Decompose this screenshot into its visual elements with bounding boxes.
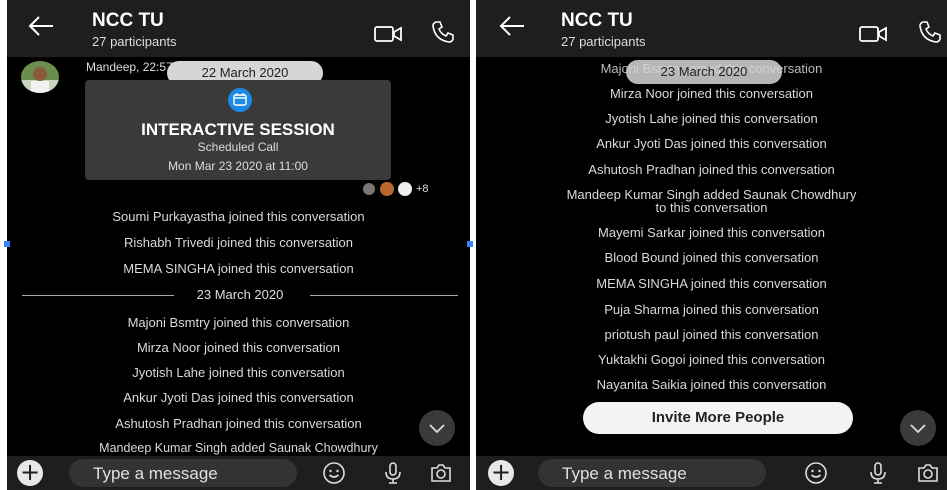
phone-icon[interactable] — [917, 19, 943, 45]
participant-count[interactable]: 27 participants — [92, 34, 177, 49]
video-call-icon[interactable] — [858, 24, 888, 44]
message-placeholder: Type a message — [93, 464, 218, 483]
message-input[interactable]: Type a message — [538, 459, 766, 487]
microphone-icon[interactable] — [866, 461, 890, 485]
system-message: Ankur Jyoti Das joined this conversation — [123, 390, 354, 405]
system-message: Nayanita Saikia joined this conversation — [596, 377, 827, 392]
call-card-datetime: Mon Mar 23 2020 at 11:00 — [168, 159, 308, 173]
date-pill: 23 March 2020 — [626, 60, 782, 84]
sender-avatar[interactable] — [20, 60, 60, 94]
system-message: Mirza Noor joined this conversation — [136, 340, 341, 355]
system-message: Yuktakhi Gogoi joined this conversation — [598, 352, 825, 367]
chat-header: NCC TU 27 participants — [7, 0, 470, 57]
message-composer: + Type a message — [476, 456, 947, 490]
read-receipts[interactable]: +8 — [363, 181, 463, 197]
calendar-call-icon — [228, 88, 252, 112]
system-message: Puja Sharma joined this conversation — [604, 302, 819, 317]
scroll-down-button[interactable] — [419, 410, 455, 446]
call-card-title: INTERACTIVE SESSION — [141, 120, 335, 139]
system-message: priotush paul joined this conversation — [604, 327, 819, 342]
resize-handle[interactable] — [467, 241, 473, 247]
date-divider: 23 March 2020 — [22, 287, 458, 303]
receipt-more-count: +8 — [416, 183, 429, 195]
system-message: to this conversation — [655, 200, 768, 215]
emoji-icon[interactable] — [322, 461, 346, 485]
call-card-subtitle: Scheduled Call — [197, 140, 279, 154]
system-message: Rishabh Trivedi joined this conversation — [123, 235, 354, 250]
microphone-icon[interactable] — [381, 461, 405, 485]
chat-title[interactable]: NCC TU — [561, 10, 633, 32]
add-attachment-button[interactable]: + — [17, 460, 43, 486]
system-message: Ashutosh Pradhan joined this conversatio… — [115, 416, 362, 431]
system-message: Jyotish Lahe joined this conversation — [605, 111, 818, 126]
scroll-down-button[interactable] — [900, 410, 936, 446]
message-input[interactable]: Type a message — [69, 459, 297, 487]
resize-handle[interactable] — [4, 241, 10, 247]
system-message: MEMA SINGHA joined this conversation — [123, 261, 354, 276]
system-message: Ashutosh Pradhan joined this conversatio… — [588, 162, 835, 177]
participant-count[interactable]: 27 participants — [561, 34, 646, 49]
system-message: Mandeep Kumar Singh added Saunak Chowdhu… — [99, 441, 378, 455]
system-message: Blood Bound joined this conversation — [604, 250, 819, 265]
invite-more-people-button[interactable]: Invite More People — [583, 402, 853, 434]
chat-title[interactable]: NCC TU — [92, 10, 164, 32]
emoji-icon[interactable] — [804, 461, 828, 485]
system-message: Soumi Purkayastha joined this conversati… — [112, 209, 365, 224]
scheduled-call-card[interactable]: INTERACTIVE SESSION Scheduled Call Mon M… — [85, 80, 391, 180]
video-call-icon[interactable] — [373, 24, 403, 44]
receipt-avatar — [398, 182, 412, 196]
system-message: Mayemi Sarkar joined this conversation — [598, 225, 825, 240]
system-message: Majoni Bsmtry joined this conversation — [127, 315, 350, 330]
sender-name-time: Mandeep, 22:57 — [86, 60, 173, 74]
phone-icon[interactable] — [430, 19, 456, 45]
receipt-avatar — [363, 183, 375, 195]
system-message: Mirza Noor joined this conversation — [609, 86, 814, 101]
back-arrow-icon[interactable] — [25, 12, 57, 40]
back-arrow-icon[interactable] — [496, 12, 528, 40]
date-divider-label: 23 March 2020 — [196, 287, 284, 302]
system-message: Jyotish Lahe joined this conversation — [132, 365, 345, 380]
add-attachment-button[interactable]: + — [488, 460, 514, 486]
chat-panel-left: NCC TU 27 participants Mandeep, 22:57 22… — [7, 0, 470, 490]
chevron-down-icon — [429, 424, 445, 434]
system-message: Ankur Jyoti Das joined this conversation — [596, 136, 827, 151]
camera-icon[interactable] — [916, 461, 940, 485]
chat-panel-right: NCC TU 27 participants Majoni Bsmtry joi… — [476, 0, 947, 490]
camera-icon[interactable] — [429, 461, 453, 485]
system-message: MEMA SINGHA joined this conversation — [596, 276, 827, 291]
message-composer: + Type a message — [7, 456, 470, 490]
receipt-avatar — [380, 182, 394, 196]
chevron-down-icon — [910, 424, 926, 434]
chat-header: NCC TU 27 participants — [476, 0, 947, 57]
message-placeholder: Type a message — [562, 464, 687, 483]
